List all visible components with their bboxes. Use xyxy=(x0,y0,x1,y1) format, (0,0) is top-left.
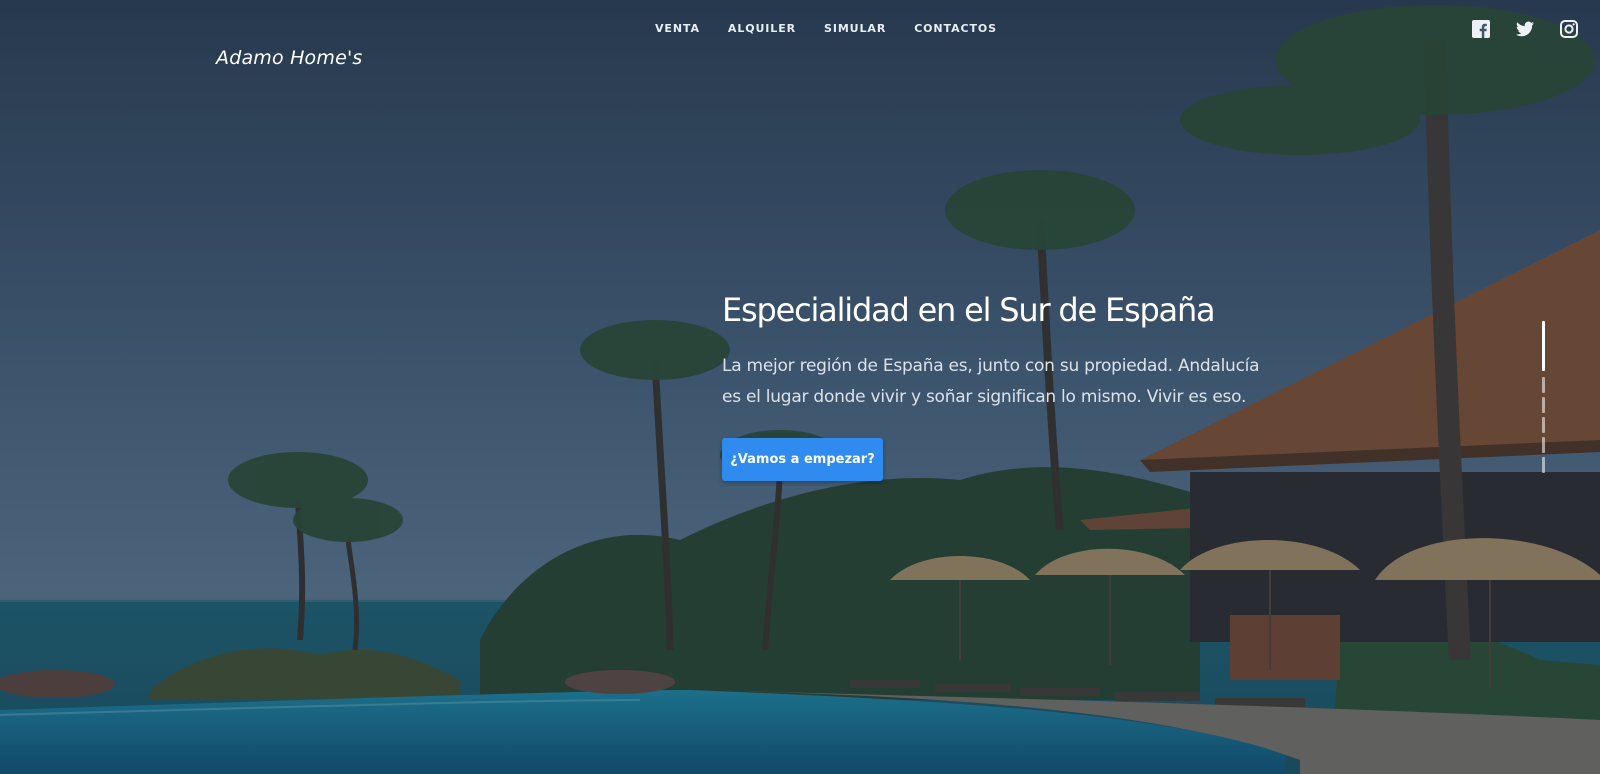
twitter-icon[interactable] xyxy=(1516,20,1534,38)
hero-subtitle: La mejor región de España es, junto con … xyxy=(722,356,1260,407)
slide-dot-4[interactable] xyxy=(1542,417,1545,433)
start-button[interactable]: ¿Vamos a empezar? xyxy=(722,438,883,481)
slide-dot-5[interactable] xyxy=(1542,437,1545,453)
social-links xyxy=(1472,20,1578,38)
main-nav: VENTA ALQUILER SIMULAR CONTACTOS xyxy=(655,22,997,35)
slide-dot-6[interactable] xyxy=(1542,457,1545,473)
nav-item-venta[interactable]: VENTA xyxy=(655,22,700,35)
nav-item-simular[interactable]: SIMULAR xyxy=(824,22,886,35)
hero-section: Adamo Home's VENTA ALQUILER SIMULAR CONT… xyxy=(0,0,1600,774)
slide-indicator xyxy=(1542,321,1545,473)
nav-item-alquiler[interactable]: ALQUILER xyxy=(728,22,796,35)
instagram-icon[interactable] xyxy=(1560,20,1578,38)
site-logo[interactable]: Adamo Home's xyxy=(216,47,363,69)
nav-item-contactos[interactable]: CONTACTOS xyxy=(914,22,997,35)
slide-dot-1[interactable] xyxy=(1542,321,1545,371)
slide-dot-3[interactable] xyxy=(1542,397,1545,413)
slide-dot-2[interactable] xyxy=(1542,377,1545,393)
facebook-icon[interactable] xyxy=(1472,20,1490,38)
hero-title: Especialidad en el Sur de España xyxy=(722,291,1216,329)
